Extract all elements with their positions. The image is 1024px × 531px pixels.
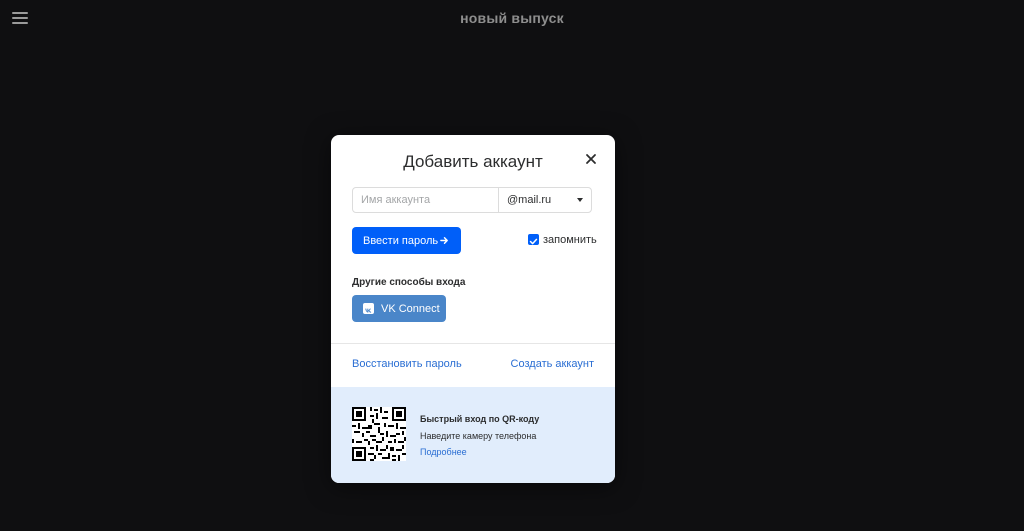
qr-more-link[interactable]: Подробнее [420, 447, 467, 457]
remember-label: запомнить [543, 234, 597, 246]
dialog-title: Добавить аккаунт [403, 152, 543, 171]
vk-connect-label: VK Connect [381, 303, 440, 315]
qr-login-panel: Быстрый вход по QR-коду Наведите камеру … [331, 387, 615, 483]
domain-value: @mail.ru [507, 194, 552, 206]
qr-subtitle: Наведите камеру телефона [420, 431, 537, 441]
app-title: новый выпуск [460, 10, 564, 26]
restore-password-link[interactable]: Восстановить пароль [352, 358, 462, 370]
other-methods-title: Другие способы входа [352, 277, 466, 288]
enter-password-label: Ввести пароль [363, 235, 439, 247]
arrow-right-icon [440, 236, 449, 248]
divider [331, 343, 615, 344]
close-icon[interactable] [583, 151, 599, 167]
top-bar: новый выпуск [0, 0, 1024, 36]
create-account-link[interactable]: Создать аккаунт [511, 358, 594, 370]
caret-down-icon [577, 198, 583, 202]
vk-logo-icon [363, 303, 374, 314]
add-account-dialog: Добавить аккаунт @mail.ru Ввести пароль … [331, 135, 615, 483]
domain-select[interactable]: @mail.ru [498, 188, 591, 212]
account-login-field: @mail.ru [352, 187, 592, 213]
checkbox-checked-icon [528, 234, 539, 245]
vk-connect-button[interactable]: VK Connect [352, 295, 446, 322]
qr-title: Быстрый вход по QR-коду [420, 414, 540, 424]
enter-password-button[interactable]: Ввести пароль [352, 227, 461, 254]
qr-code-image [352, 407, 406, 461]
account-name-input[interactable] [353, 188, 498, 212]
